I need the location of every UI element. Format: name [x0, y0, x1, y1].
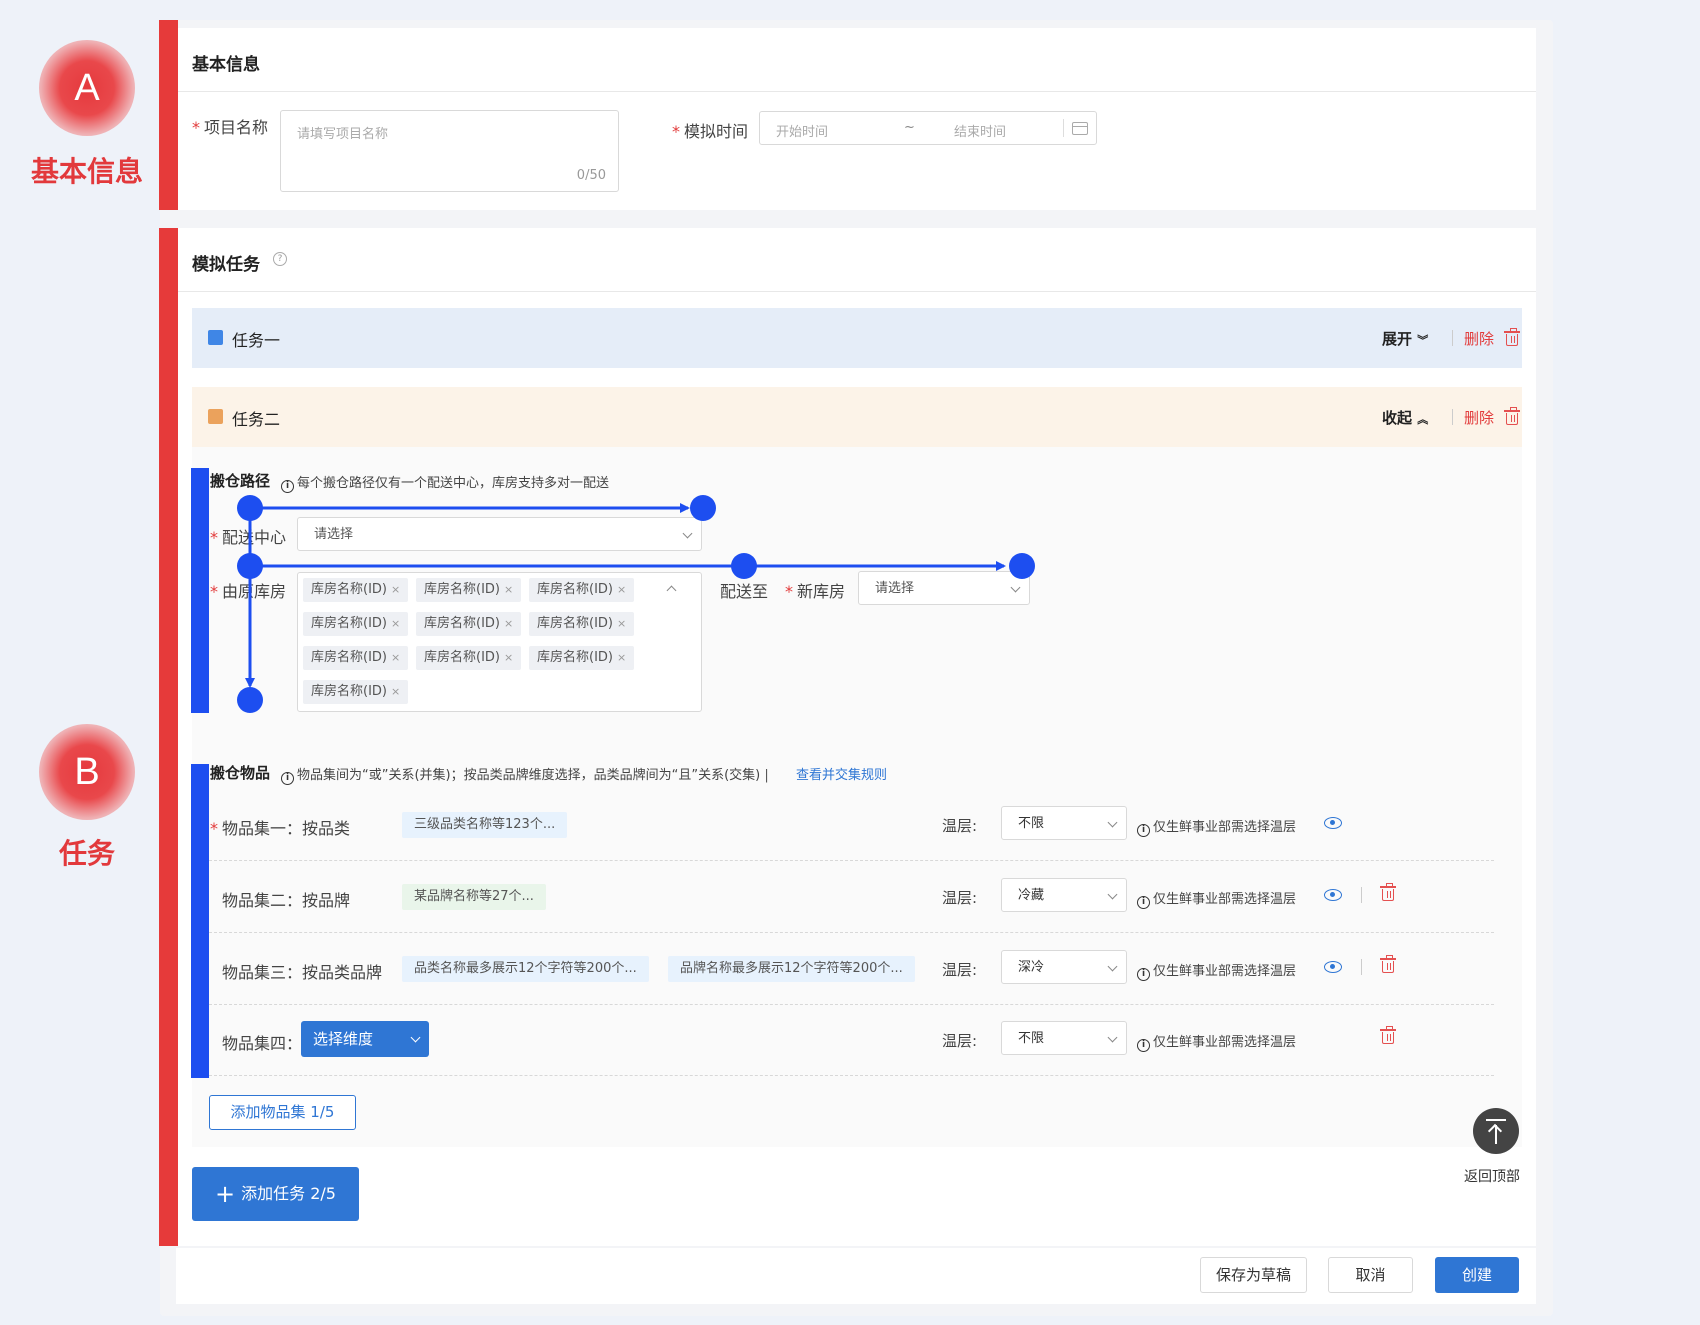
chevron-down-icon [1107, 889, 1118, 900]
temp-hint: i 仅生鲜事业部需选择温层 [1137, 816, 1296, 837]
row-divider [209, 932, 1494, 933]
info-icon: i [1137, 896, 1150, 909]
goods-set-label: 物品集三：按品类品牌 [222, 963, 383, 982]
rule-link[interactable]: 查看并交集规则 [796, 764, 887, 783]
temp-select[interactable]: 不限 [1001, 806, 1127, 840]
temp-select[interactable]: 不限 [1001, 1021, 1127, 1055]
info-icon: i [281, 772, 294, 785]
flow-node [731, 553, 757, 579]
row-divider [209, 1075, 1494, 1076]
temp-label: 温层: [942, 889, 978, 907]
temp-hint: i 仅生鲜事业部需选择温层 [1137, 960, 1296, 981]
flow-node [237, 553, 263, 579]
select-dimension-button[interactable]: 选择维度 [301, 1021, 429, 1057]
chevron-down-icon [1107, 1032, 1118, 1043]
temp-label: 温层: [942, 961, 978, 979]
eye-icon[interactable] [1324, 889, 1342, 901]
temp-label: 温层: [942, 1032, 978, 1050]
trash-icon[interactable] [1380, 955, 1396, 974]
cancel-button[interactable]: 取消 [1328, 1257, 1413, 1293]
chevron-down-icon [1107, 961, 1118, 972]
separator [1361, 887, 1362, 903]
flow-node [1009, 553, 1035, 579]
goods-set-chip[interactable]: 品类名称最多展示12个字符等200个... [402, 956, 649, 982]
goods-set-label: 物品集四： [222, 1034, 303, 1053]
back-to-top-icon[interactable] [1473, 1108, 1519, 1154]
goods-set-chip[interactable]: 品牌名称最多展示12个字符等200个... [668, 956, 915, 982]
eye-icon[interactable] [1324, 961, 1342, 973]
flow-node [237, 495, 263, 521]
flow-node [237, 687, 263, 713]
row-divider [209, 860, 1494, 861]
goods-hint: i 物品集间为“或”关系(并集)；按品类品牌维度选择，品类品牌间为“且”关系(交集… [281, 764, 769, 785]
add-task-button[interactable]: + 添加任务 2/5 [192, 1167, 359, 1221]
eye-icon[interactable] [1324, 817, 1342, 829]
create-button[interactable]: 创建 [1435, 1257, 1519, 1293]
trash-icon[interactable] [1380, 883, 1396, 902]
add-goods-set-button[interactable]: 添加物品集 1/5 [209, 1095, 356, 1130]
temp-select[interactable]: 冷藏 [1001, 878, 1127, 912]
temp-label: 温层: [942, 817, 978, 835]
goods-set-chip[interactable]: 某品牌名称等27个... [402, 884, 546, 910]
separator [1361, 959, 1362, 975]
goods-set-label: 物品集二：按品牌 [222, 891, 351, 910]
info-icon: i [1137, 968, 1150, 981]
flow-node [690, 495, 716, 521]
temp-select[interactable]: 深冷 [1001, 950, 1127, 984]
goods-title: 搬仓物品 [210, 764, 271, 782]
temp-hint: i 仅生鲜事业部需选择温层 [1137, 888, 1296, 909]
goods-set-chip[interactable]: 三级品类名称等123个... [402, 812, 568, 838]
trash-icon[interactable] [1380, 1026, 1396, 1045]
goods-set-label: * 物品集一：按品类 [210, 819, 351, 838]
chevron-down-icon [1107, 817, 1118, 828]
row-divider [209, 1004, 1494, 1005]
chevron-down-icon [410, 1032, 421, 1043]
save-draft-button[interactable]: 保存为草稿 [1200, 1257, 1307, 1293]
info-icon: i [1137, 1039, 1150, 1052]
info-icon: i [1137, 824, 1150, 837]
plus-icon: + [215, 1180, 236, 1208]
temp-hint: i 仅生鲜事业部需选择温层 [1137, 1031, 1296, 1052]
back-to-top-label[interactable]: 返回顶部 [1464, 1166, 1520, 1186]
